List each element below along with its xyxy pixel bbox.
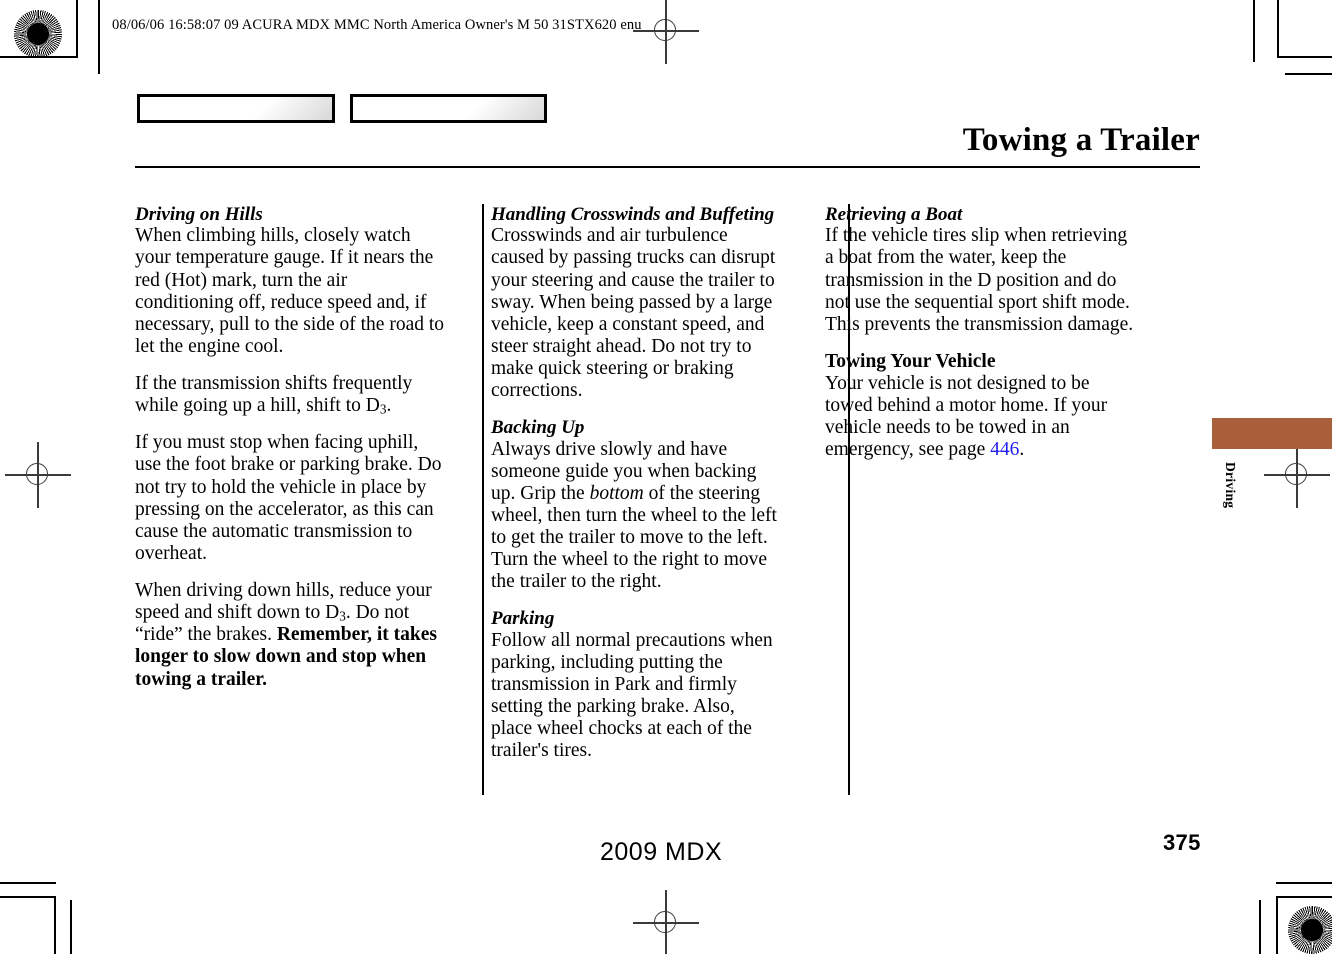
crop-mark-bottom-left-horizontal <box>0 896 55 898</box>
page-title: Towing a Trailer <box>962 122 1200 158</box>
section-heading-backing-up: Backing Up <box>491 417 585 439</box>
paragraph-text: Crosswinds and air turbulence caused by … <box>491 225 776 402</box>
crosshair-ring <box>1285 463 1307 485</box>
paragraph-text: Your vehicle is not designed to be towed… <box>825 372 1108 461</box>
footer-model-year: 2009 MDX <box>600 838 723 866</box>
paragraph-retrieving-boat: If the vehicle tires slip when retrievin… <box>825 225 1137 336</box>
crop-mark-bottom-left-outer <box>70 900 72 954</box>
crop-mark-top-left-outer <box>98 0 100 74</box>
section-heading-handling-crosswinds: Handling Crosswinds and Buffeting <box>491 204 775 225</box>
crop-mark-top-right-outer <box>1253 0 1255 62</box>
paragraph-crosswinds: Crosswinds and air turbulence caused by … <box>491 225 779 402</box>
section-heading-towing-your-vehicle: Towing Your Vehicle <box>825 350 996 372</box>
crop-mark-bottom-right-horizontal <box>1276 896 1332 898</box>
crop-mark-top-right-lower <box>1285 73 1332 75</box>
body-columns: Driving on Hills When climbing hills, cl… <box>135 204 1200 762</box>
crosshair-ring <box>654 911 676 933</box>
starburst-registration-target <box>1288 906 1332 954</box>
print-imprint-line: 08/06/06 16:58:07 09 ACURA MDX MMC North… <box>112 17 642 33</box>
text-column-3: Retrieving a Boat If the vehicle tires s… <box>803 204 1137 762</box>
crosshair-ring <box>26 463 48 485</box>
paragraph-text: Follow all normal precautions when parki… <box>491 629 773 762</box>
gear-d-letter: D <box>365 395 380 417</box>
header-field-box-2[interactable] <box>350 94 547 123</box>
crop-mark-bottom-right-vertical <box>1276 896 1278 954</box>
paragraph-parking: Follow all normal precautions when parki… <box>491 630 779 763</box>
gear-d-letter: D <box>325 602 340 624</box>
paragraph-text: When climbing hills, closely watch your … <box>135 225 445 357</box>
crop-mark-bottom-left-vertical <box>54 896 56 954</box>
footer-page-number: 375 <box>1163 830 1201 855</box>
crop-mark-bottom-right-outer <box>1259 900 1261 954</box>
paragraph-towing-your-vehicle: Your vehicle is not designed to be towed… <box>825 373 1137 462</box>
text-column-1: Driving on Hills When climbing hills, cl… <box>135 204 469 762</box>
paragraph-backing-up: Always drive slowly and have someone gui… <box>491 439 779 594</box>
crosshair-registration-top <box>633 0 699 64</box>
paragraph-climbing-hills: When climbing hills, closely watch your … <box>135 225 445 358</box>
crosshair-registration-bottom <box>633 890 699 954</box>
header-field-box-1[interactable] <box>137 94 335 123</box>
crop-mark-top-right-horizontal <box>1277 56 1332 58</box>
chapter-thumb-tab-label: Driving <box>1223 462 1238 509</box>
crop-mark-top-right-vertical <box>1277 0 1279 58</box>
paragraph-driving-down-hills: When driving down hills, reduce your spe… <box>135 580 445 691</box>
crosshair-registration-right <box>1264 442 1330 508</box>
crop-mark-bottom-left-upper <box>0 882 56 884</box>
manual-page: 08/06/06 16:58:07 09 ACURA MDX MMC North… <box>0 0 1332 954</box>
starburst-registration-target <box>14 10 62 58</box>
paragraph-text: If the vehicle tires slip when retrievin… <box>825 225 1134 335</box>
crop-mark-bottom-right-upper <box>1276 882 1332 884</box>
emphasis-bottom: bottom <box>589 482 644 504</box>
gear-d-subscript: 3 <box>339 608 346 624</box>
crosshair-ring <box>654 19 676 41</box>
chapter-thumb-tab <box>1212 418 1332 449</box>
text-column-2: Handling Crosswinds and Buffeting Crossw… <box>469 204 803 762</box>
crop-mark-top-left-horizontal <box>0 56 78 58</box>
paragraph-shift-frequently: If the transmission shifts frequently wh… <box>135 373 445 417</box>
crosshair-registration-left <box>5 442 71 508</box>
section-heading-retrieving-a-boat: Retrieving a Boat <box>825 204 963 225</box>
paragraph-text: If you must stop when facing uphill, use… <box>135 432 442 564</box>
paragraph-stop-uphill: If you must stop when facing uphill, use… <box>135 432 445 565</box>
section-heading-parking: Parking <box>491 608 555 630</box>
crop-mark-top-left-vertical <box>76 0 78 58</box>
section-heading-driving-on-hills: Driving on Hills <box>135 204 263 225</box>
paragraph-text-end: . <box>1019 439 1025 461</box>
page-cross-reference-link[interactable]: 446 <box>990 439 1019 460</box>
paragraph-text-end: . <box>386 395 392 417</box>
title-underline-rule <box>135 166 1200 168</box>
